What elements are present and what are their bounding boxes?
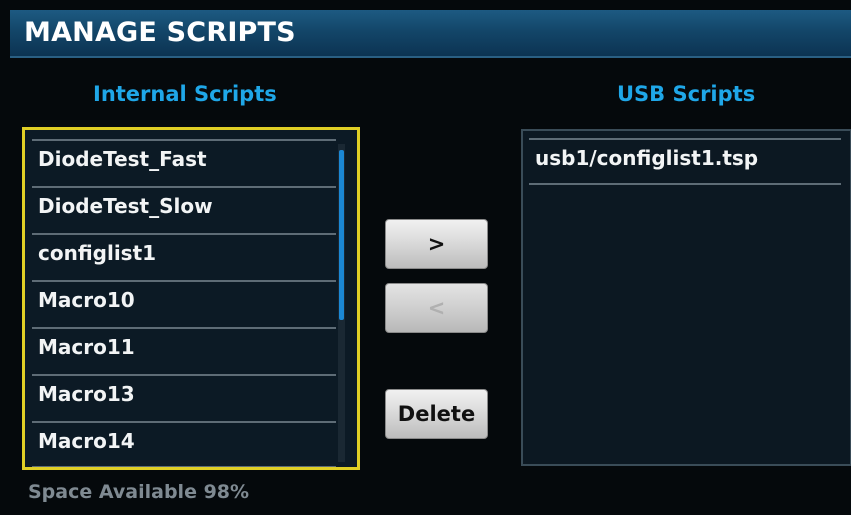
- internal-list-scrollbar[interactable]: [338, 144, 345, 462]
- list-item-label: usb1/configlist1.tsp: [535, 146, 759, 170]
- scrollbar-thumb[interactable]: [339, 150, 344, 320]
- list-item[interactable]: Macro11: [32, 327, 336, 372]
- list-item[interactable]: Macro10: [32, 280, 336, 325]
- list-item-label: configlist1: [38, 241, 157, 265]
- copy-to-internal-button[interactable]: <: [385, 283, 488, 333]
- list-item-label: Macro11: [38, 335, 135, 359]
- manage-scripts-screen: MANAGE SCRIPTS Internal Scripts USB Scri…: [0, 0, 851, 515]
- page-title: MANAGE SCRIPTS: [24, 17, 296, 48]
- internal-scripts-title: Internal Scripts: [93, 82, 277, 106]
- delete-button[interactable]: Delete: [385, 389, 488, 439]
- space-available-status: Space Available 98%: [28, 481, 250, 503]
- list-item[interactable]: DiodeTest_Fast: [32, 139, 336, 184]
- list-item-label: Macro10: [38, 288, 135, 312]
- usb-scripts-items: usb1/configlist1.tsp: [529, 138, 841, 187]
- list-item[interactable]: Macro14: [32, 421, 336, 467]
- usb-scripts-list[interactable]: usb1/configlist1.tsp: [521, 129, 851, 466]
- title-bar: MANAGE SCRIPTS: [10, 10, 851, 58]
- list-item-label: Macro13: [38, 382, 135, 406]
- list-item-label: DiodeTest_Slow: [38, 194, 213, 218]
- list-item[interactable]: DiodeTest_Slow: [32, 186, 336, 231]
- list-item[interactable]: configlist1: [32, 233, 336, 278]
- internal-scripts-list[interactable]: DiodeTest_Fast DiodeTest_Slow configlist…: [22, 127, 360, 470]
- internal-scripts-items: DiodeTest_Fast DiodeTest_Slow configlist…: [32, 139, 336, 467]
- usb-scripts-title: USB Scripts: [617, 82, 756, 106]
- list-item[interactable]: Macro13: [32, 374, 336, 419]
- list-item-label: Macro14: [38, 429, 135, 453]
- list-item-label: DiodeTest_Fast: [38, 147, 207, 171]
- copy-to-usb-button[interactable]: >: [385, 219, 488, 269]
- list-item[interactable]: usb1/configlist1.tsp: [529, 138, 841, 185]
